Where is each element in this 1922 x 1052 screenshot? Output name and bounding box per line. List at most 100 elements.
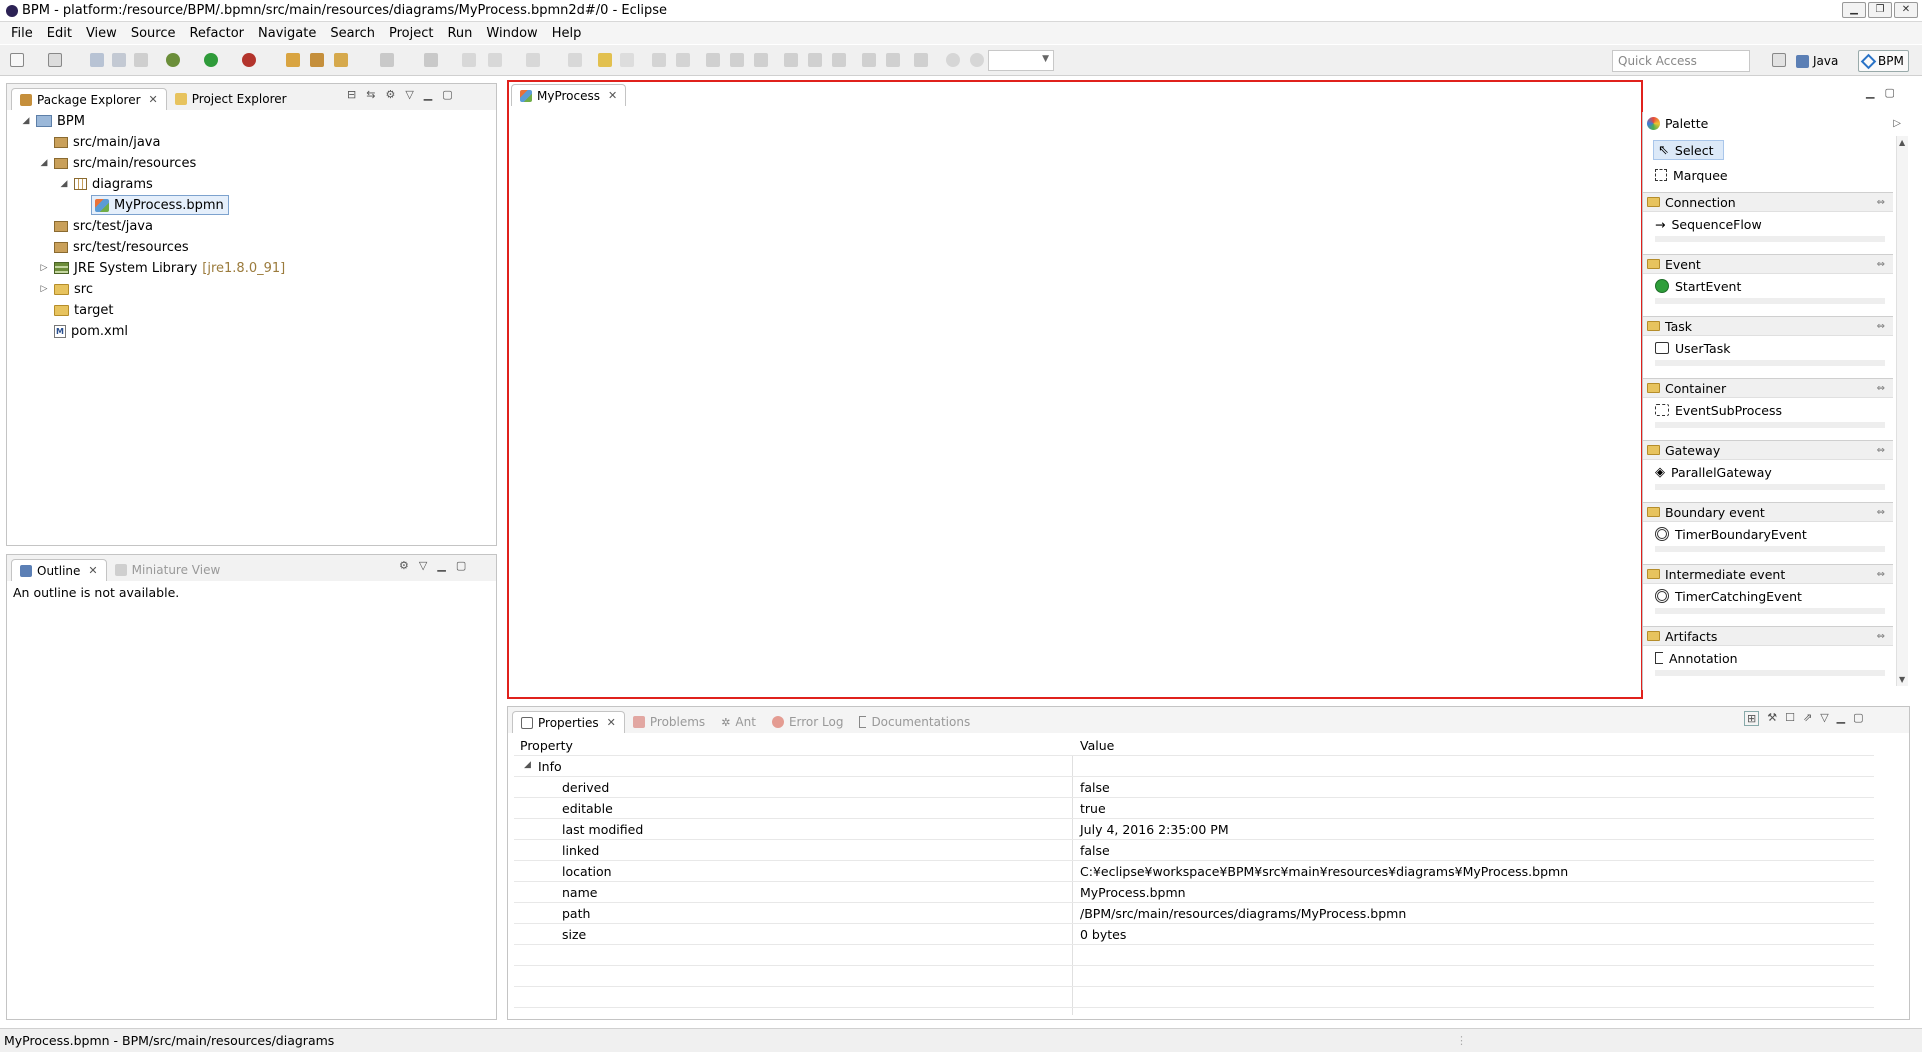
align-middle-icon[interactable] <box>808 53 822 67</box>
align-center-icon[interactable] <box>730 53 744 67</box>
table-row[interactable]: size 0 bytes <box>514 924 1874 945</box>
expanded-icon[interactable]: ◢ <box>59 179 69 189</box>
table-row[interactable]: location C:¥eclipse¥workspace¥BPM¥src¥mai… <box>514 861 1874 882</box>
palette-drawer-connection[interactable]: Connection ⇔ <box>1643 192 1893 212</box>
tab-myprocess[interactable]: MyProcess ✕ <box>511 84 627 106</box>
forward-icon[interactable] <box>488 53 502 67</box>
link-editor-icon[interactable]: ⇆ <box>366 88 375 101</box>
redo-icon[interactable] <box>620 53 634 67</box>
table-row[interactable]: linked false <box>514 840 1874 861</box>
menu-view[interactable]: View <box>79 26 124 41</box>
collapse-all-icon[interactable]: ⊟ <box>347 88 356 101</box>
tree-item-jre-library[interactable]: ▷ JRE System Library [jre1.8.0_91] <box>39 258 286 278</box>
new-package-icon[interactable] <box>310 53 324 67</box>
palette-tool-select[interactable]: ⇖ Select <box>1653 140 1725 160</box>
debug-icon[interactable] <box>166 53 180 67</box>
perspective-java[interactable]: Java <box>1792 50 1842 72</box>
column-header-value[interactable]: Value <box>1080 738 1114 753</box>
save-all-icon[interactable] <box>112 53 126 67</box>
open-perspective-icon[interactable] <box>1772 53 1786 67</box>
palette-tool-marquee[interactable]: Marquee <box>1655 165 1728 185</box>
tree-item-src-main-java[interactable]: src/main/java <box>39 132 160 152</box>
palette-tool-parallelgateway[interactable]: ◈ ParallelGateway <box>1655 462 1772 482</box>
pin-icon[interactable]: ⇔ <box>1877 631 1885 642</box>
scroll-up-icon[interactable]: ▲ <box>1899 138 1905 147</box>
pin-icon[interactable]: ⇔ <box>1877 321 1885 332</box>
tab-package-explorer[interactable]: Package Explorer ✕ <box>11 88 167 110</box>
hide-palette-icon[interactable]: ▷ <box>1893 118 1901 129</box>
tree-item-src-main-resources[interactable]: ◢ src/main/resources <box>39 153 197 173</box>
menu-edit[interactable]: Edit <box>40 26 79 41</box>
save-icon[interactable] <box>90 53 104 67</box>
close-icon[interactable]: ✕ <box>149 93 158 106</box>
view-menu-icon[interactable]: ⚙ <box>399 559 409 572</box>
quick-access-input[interactable]: Quick Access <box>1612 50 1750 72</box>
pin-icon[interactable]: ⇔ <box>1877 569 1885 580</box>
view-menu-icon[interactable]: ⚙ <box>385 88 395 101</box>
palette-drawer-artifacts[interactable]: Artifacts ⇔ <box>1643 626 1893 646</box>
menu-window[interactable]: Window <box>479 26 544 41</box>
table-row[interactable]: derived false <box>514 777 1874 798</box>
copy-icon[interactable] <box>652 53 666 67</box>
tree-item-myprocess-bpmn[interactable]: MyProcess.bpmn <box>91 195 229 215</box>
menu-refactor[interactable]: Refactor <box>182 26 251 41</box>
close-icon[interactable]: ✕ <box>607 716 616 729</box>
minimize-icon[interactable]: ▁ <box>1837 711 1845 726</box>
tab-properties[interactable]: Properties ✕ <box>512 711 625 733</box>
align-left-icon[interactable] <box>706 53 720 67</box>
table-row[interactable]: editable true <box>514 798 1874 819</box>
maximize-icon[interactable]: ▢ <box>1853 711 1863 726</box>
expanded-icon[interactable]: ◢ <box>524 760 531 770</box>
restore-default-icon[interactable]: ☐ <box>1785 711 1795 726</box>
menu-run[interactable]: Run <box>440 26 479 41</box>
scroll-down-icon[interactable]: ▼ <box>1899 675 1905 684</box>
new-icon[interactable] <box>10 53 24 67</box>
show-categories-icon[interactable]: ⊞ <box>1744 711 1760 726</box>
table-row[interactable]: name MyProcess.bpmn <box>514 882 1874 903</box>
pin-icon[interactable]: ⇔ <box>1877 197 1885 208</box>
menu-search[interactable]: Search <box>323 26 382 41</box>
tree-item-target[interactable]: target <box>39 300 114 320</box>
run-icon[interactable] <box>204 53 218 67</box>
pin-icon[interactable]: ⇔ <box>1877 383 1885 394</box>
print-icon[interactable] <box>134 53 148 67</box>
pin-view-icon[interactable]: ⇗ <box>1803 711 1812 726</box>
palette-drawer-task[interactable]: Task ⇔ <box>1643 316 1893 336</box>
align-bottom-icon[interactable] <box>832 53 846 67</box>
palette-tool-sequenceflow[interactable]: → SequenceFlow <box>1655 214 1762 234</box>
new-java-project-icon[interactable] <box>286 53 300 67</box>
palette-drawer-intermediate-event[interactable]: Intermediate event ⇔ <box>1643 564 1893 584</box>
tree-item-bpm[interactable]: ◢ BPM <box>21 111 85 131</box>
tree-item-src[interactable]: ▷ src <box>39 279 93 299</box>
external-tools-icon[interactable] <box>242 53 256 67</box>
back-icon[interactable] <box>462 53 476 67</box>
close-icon[interactable]: ✕ <box>1894 2 1918 18</box>
minimize-icon[interactable]: ▁ <box>424 88 432 101</box>
chevron-down-icon[interactable]: ▽ <box>419 559 427 572</box>
menu-navigate[interactable]: Navigate <box>251 26 323 41</box>
palette-tool-timerboundaryevent[interactable]: TimerBoundaryEvent <box>1655 524 1807 544</box>
collapsed-icon[interactable]: ▷ <box>39 284 49 294</box>
match-height-icon[interactable] <box>886 53 900 67</box>
palette-tool-timercatchingevent[interactable]: TimerCatchingEvent <box>1655 586 1802 606</box>
pin-icon[interactable] <box>568 53 582 67</box>
palette-drawer-boundary-event[interactable]: Boundary event ⇔ <box>1643 502 1893 522</box>
open-type-icon[interactable] <box>380 53 394 67</box>
maximize-icon[interactable]: ▢ <box>442 88 452 101</box>
align-top-icon[interactable] <box>784 53 798 67</box>
undo-icon[interactable] <box>598 53 612 67</box>
palette-tool-startevent[interactable]: StartEvent <box>1655 276 1741 296</box>
expanded-icon[interactable]: ◢ <box>39 158 49 168</box>
tab-error-log[interactable]: Error Log <box>764 711 852 733</box>
tab-problems[interactable]: Problems <box>625 711 713 733</box>
tab-outline[interactable]: Outline ✕ <box>11 559 107 581</box>
minimize-icon[interactable]: ▁ <box>1842 2 1866 18</box>
show-advanced-icon[interactable]: ⚒ <box>1767 711 1777 726</box>
table-row[interactable]: last modified July 4, 2016 2:35:00 PM <box>514 819 1874 840</box>
menu-file[interactable]: File <box>4 26 40 41</box>
palette-drawer-event[interactable]: Event ⇔ <box>1643 254 1893 274</box>
align-right-icon[interactable] <box>754 53 768 67</box>
collapsed-icon[interactable]: ▷ <box>39 263 49 273</box>
zoom-combo[interactable]: ▼ <box>988 50 1054 71</box>
diagram-canvas[interactable] <box>509 106 1641 697</box>
